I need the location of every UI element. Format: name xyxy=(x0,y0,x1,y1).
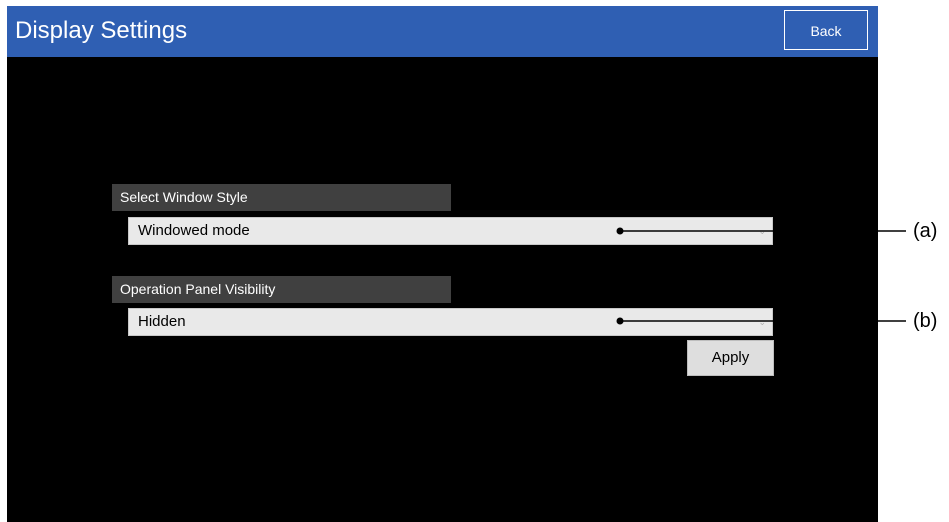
title-bar: Display Settings Back xyxy=(7,6,878,57)
window-style-label: Select Window Style xyxy=(112,184,451,211)
panel-visibility-value: Hidden xyxy=(138,313,186,330)
page-title: Display Settings xyxy=(15,17,188,44)
display-settings-screen: Display Settings Back Select Window Styl… xyxy=(7,6,878,522)
window-style-select[interactable]: Windowed mode ⌄ xyxy=(128,217,773,245)
callout-a-label: (a) xyxy=(913,220,938,242)
panel-visibility-select[interactable]: Hidden ⌄ xyxy=(128,308,773,336)
chevron-down-icon: ⌄ xyxy=(758,317,766,327)
chevron-down-icon: ⌄ xyxy=(758,226,766,236)
back-button[interactable]: Back xyxy=(784,10,868,50)
panel-visibility-label: Operation Panel Visibility xyxy=(112,276,451,303)
apply-button[interactable]: Apply xyxy=(687,340,774,376)
callout-b-label: (b) xyxy=(913,310,938,332)
window-style-value: Windowed mode xyxy=(138,222,250,239)
